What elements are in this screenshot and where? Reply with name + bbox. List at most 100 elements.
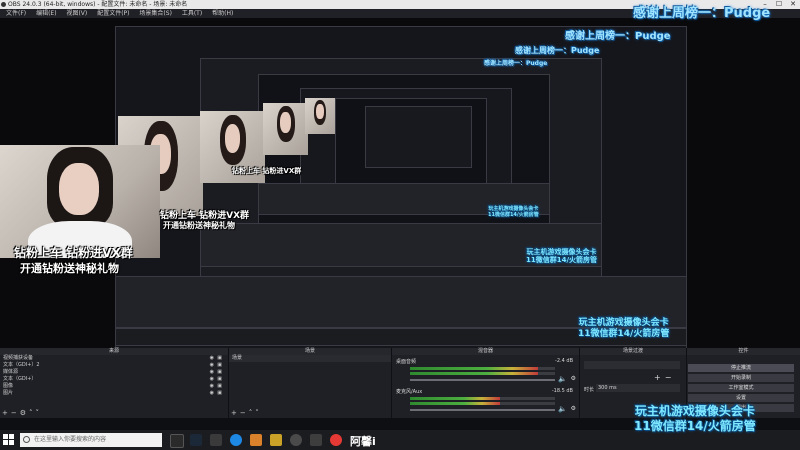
webcam-source	[0, 145, 160, 258]
move-down-icon[interactable]: ˅	[36, 409, 43, 417]
gear-icon[interactable]: ⚙	[571, 375, 576, 382]
lock-icon[interactable]: ▣	[217, 369, 222, 376]
taskbar-search-input[interactable]: 在这里输入你要搜索的内容	[20, 433, 162, 447]
promo-echo2-line1: 玩主机游戏摄像头会卡	[526, 248, 597, 256]
folder-icon[interactable]	[270, 434, 282, 446]
source-item[interactable]: 文本（GDI+） ◉ ▣	[0, 376, 228, 383]
studio-mode-button[interactable]: 工作室模式	[688, 384, 794, 392]
eye-icon[interactable]: ◉	[210, 362, 214, 369]
cam-overlay-line2: 开通钻粉送神秘礼物	[20, 262, 119, 275]
move-down-icon[interactable]: ˅	[255, 409, 262, 417]
volume-slider[interactable]	[410, 409, 555, 411]
sources-toolbar: +−⚙˄˅	[2, 409, 42, 417]
promo-echo1-line1: 玩主机游戏摄像头会卡	[578, 318, 669, 328]
app-icon[interactable]	[210, 434, 222, 446]
source-item[interactable]: 文本（GDI+）2 ◉ ▣	[0, 362, 228, 369]
sources-dock-title: 来源	[0, 348, 228, 355]
speaker-icon[interactable]: 🔈	[558, 375, 567, 383]
app2-icon[interactable]	[310, 434, 322, 446]
scene-item[interactable]: 场景	[229, 355, 391, 362]
speaker-icon[interactable]: 🔈	[558, 405, 567, 413]
eye-icon[interactable]: ◉	[210, 376, 214, 383]
lock-icon[interactable]: ▣	[217, 362, 222, 369]
menu-file[interactable]: 文件(F)	[6, 10, 26, 17]
thanks-banner-echo1: 感谢上周榜一：Pudge	[565, 31, 671, 42]
eye-icon[interactable]: ◉	[210, 383, 214, 390]
steam-icon[interactable]	[190, 434, 202, 446]
search-icon	[23, 436, 30, 443]
controls-dock-title: 控件	[687, 348, 800, 355]
duration-input[interactable]: 300 ms	[596, 384, 680, 392]
source-label: 图像	[3, 383, 14, 389]
thanks-banner: 感谢上周榜一：Pudge	[633, 6, 771, 21]
promo-banner: 玩主机游戏摄像头会卡 11微信群14/火箭房管	[634, 404, 756, 434]
add-icon[interactable]: +	[2, 409, 11, 417]
weibo-icon[interactable]	[330, 434, 342, 446]
menu-tools[interactable]: 工具(T)	[182, 10, 202, 17]
cam-overlay-echo-line2: 开通钻粉送神秘礼物	[163, 221, 235, 230]
lock-icon[interactable]: ▣	[217, 383, 222, 390]
scene-label: 场景	[232, 355, 243, 361]
cam-overlay-line1: 钻粉上车 钻粉进VX群	[14, 246, 133, 260]
scenes-toolbar: +−˄˅	[231, 409, 262, 417]
promo-line1: 玩主机游戏摄像头会卡	[634, 404, 755, 418]
obs-app-icon	[1, 2, 6, 7]
close-icon[interactable]: ✕	[786, 0, 800, 9]
menu-scene-collection[interactable]: 场景集合(S)	[139, 10, 172, 17]
source-item[interactable]: 媒体源 ◉ ▣	[0, 369, 228, 376]
menu-view[interactable]: 视图(V)	[66, 10, 87, 17]
scenes-dock-title: 场景	[229, 348, 391, 355]
source-label: 图片	[3, 390, 14, 396]
source-label: 文本（GDI+）	[3, 376, 37, 382]
mixer-track-name: 桌面音频	[396, 359, 417, 365]
source-item[interactable]: 图像 ◉ ▣	[0, 383, 228, 390]
source-label: 媒体源	[3, 369, 19, 375]
menu-edit[interactable]: 编辑(E)	[36, 10, 56, 17]
menu-profile[interactable]: 配置文件(P)	[97, 10, 129, 17]
volume-slider[interactable]	[410, 379, 555, 381]
add-icon[interactable]: +	[654, 373, 665, 382]
scenes-dock: 场景 +−˄˅	[229, 355, 392, 418]
sources-dock: 视频捕获设备 ◉ ▣ 文本（GDI+）2 ◉ ▣ 媒体源 ◉ ▣ 文本（GDI+） ◉ ▣ 图像…	[0, 355, 229, 418]
mixer-meter-level	[410, 402, 500, 405]
gear-icon[interactable]: ⚙	[20, 409, 29, 417]
gear-icon[interactable]: ⚙	[571, 405, 576, 412]
windows-start-icon[interactable]	[3, 434, 15, 446]
game-icon[interactable]	[250, 434, 262, 446]
cam-overlay-echo2-line1: 钻粉上车 钻粉进VX群	[232, 167, 302, 175]
brand-label: 阿馨i	[350, 435, 376, 448]
remove-icon[interactable]: −	[11, 409, 20, 417]
lock-icon[interactable]: ▣	[217, 355, 222, 362]
add-icon[interactable]: +	[231, 409, 240, 417]
task-view-icon[interactable]	[170, 434, 184, 448]
mixer-meter-level	[410, 372, 538, 375]
stop-streaming-button[interactable]: 停止推流	[688, 364, 794, 372]
promo-echo3-line2: 11微信群14/火箭房管	[488, 212, 539, 218]
mixer-meter-level	[410, 397, 500, 400]
maximize-icon[interactable]: ☐	[772, 0, 786, 9]
promo-echo2: 玩主机游戏摄像头会卡 11微信群14/火箭房管	[526, 248, 597, 264]
lock-icon[interactable]: ▣	[217, 390, 222, 397]
lock-icon[interactable]: ▣	[217, 376, 222, 383]
webcam-echo-3	[263, 103, 308, 155]
eye-icon[interactable]: ◉	[210, 355, 214, 362]
source-label: 文本（GDI+）2	[3, 362, 40, 368]
obs-taskbar-icon[interactable]	[290, 434, 302, 446]
menu-help[interactable]: 帮助(H)	[212, 10, 233, 17]
browser-icon[interactable]	[230, 434, 242, 446]
transition-select[interactable]	[584, 361, 680, 369]
source-item[interactable]: 图片 ◉ ▣	[0, 390, 228, 397]
settings-button[interactable]: 设置	[688, 394, 794, 402]
webcam-echo-4	[305, 98, 335, 134]
mixer-track-name: 麦克风/Aux	[396, 389, 423, 395]
preview-canvas[interactable]: 钻粉上车 钻粉进VX群 开通钻粉送神秘礼物 钻粉上车 钻粉进VX群 开通钻粉送神…	[0, 18, 800, 348]
start-recording-button[interactable]: 开始录制	[688, 374, 794, 382]
eye-icon[interactable]: ◉	[210, 390, 214, 397]
duration-label: 时长	[584, 387, 595, 393]
remove-icon[interactable]: −	[240, 409, 249, 417]
eye-icon[interactable]: ◉	[210, 369, 214, 376]
mixer-track-db: -18.5 dB	[551, 388, 573, 394]
thanks-banner-echo2: 感谢上周榜一：Pudge	[515, 46, 600, 55]
remove-icon[interactable]: −	[665, 373, 676, 382]
source-item[interactable]: 视频捕获设备 ◉ ▣	[0, 355, 228, 362]
